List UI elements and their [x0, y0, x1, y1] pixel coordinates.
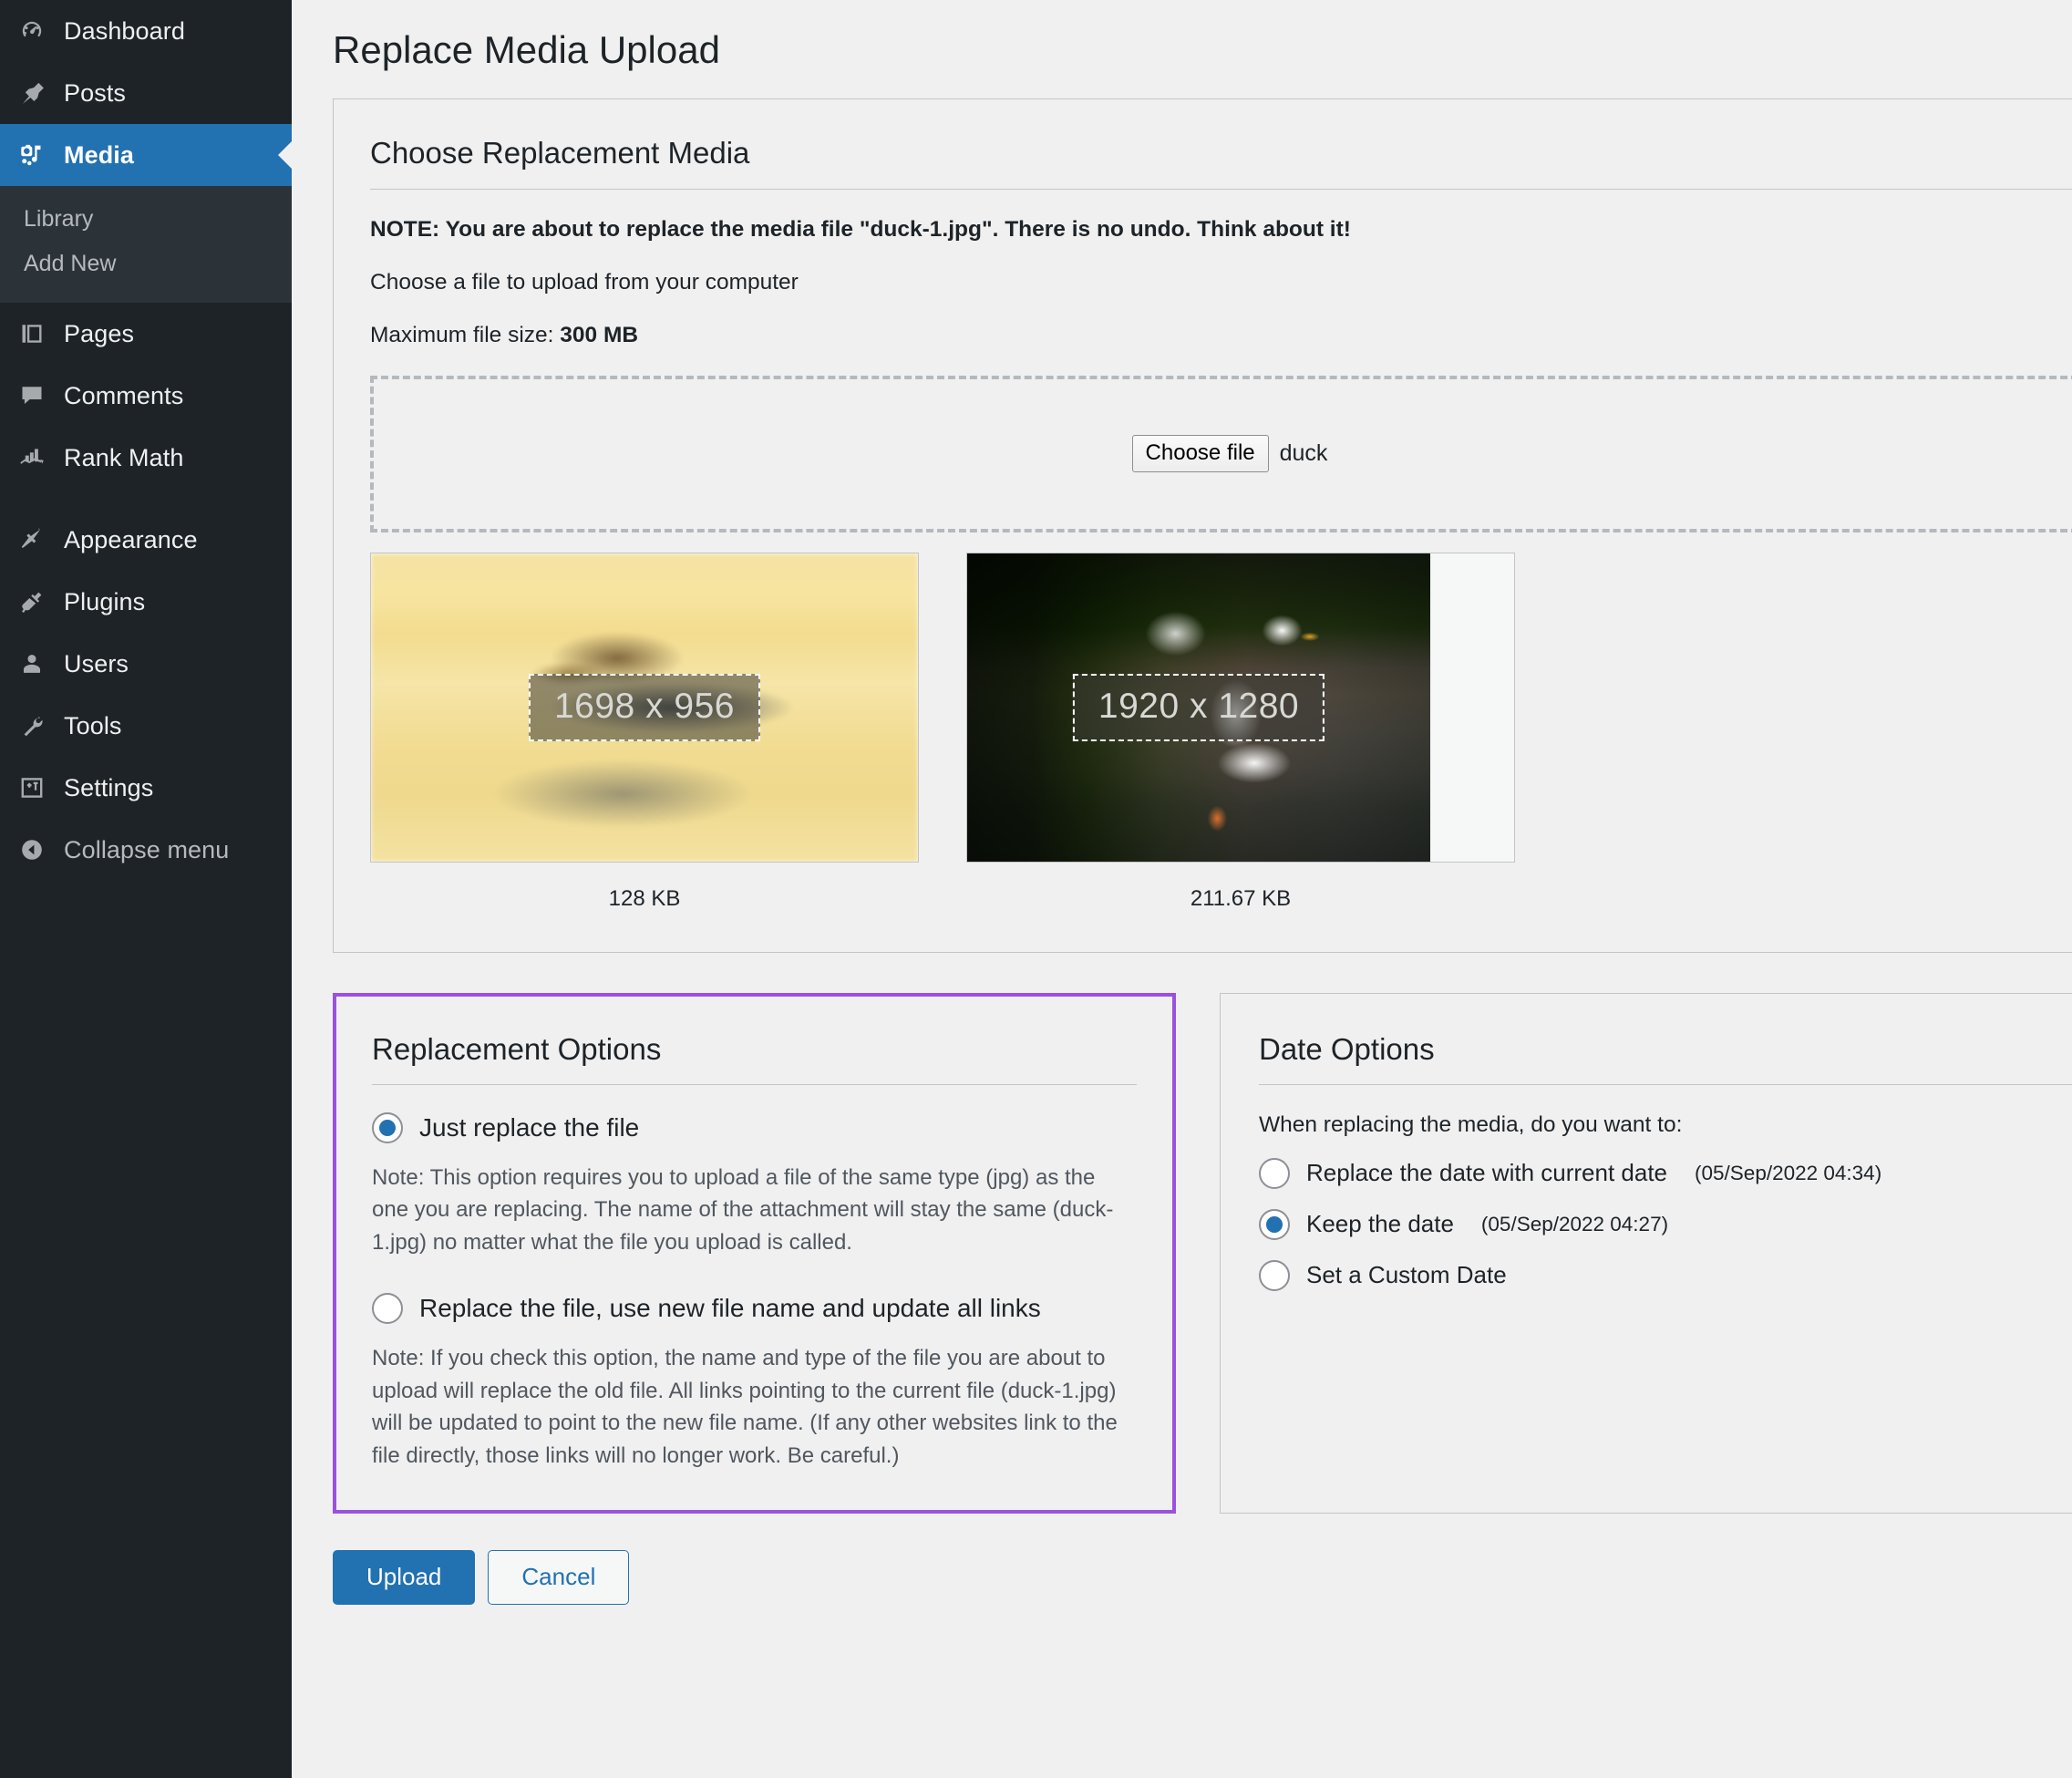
footer-actions: Upload Cancel	[333, 1549, 2072, 1606]
sidebar-item-label: Settings	[64, 773, 154, 801]
sidebar-item-media[interactable]: Media	[0, 124, 292, 186]
option-label[interactable]: Just replace the file	[419, 1113, 639, 1142]
max-file-size-label: Maximum file size:	[370, 322, 554, 347]
wrench-icon	[16, 710, 47, 741]
collapse-arrow-icon	[16, 834, 47, 865]
sidebar-item-dashboard[interactable]: Dashboard	[0, 0, 292, 62]
thumbnail-frame: 1920 x 1280	[966, 552, 1515, 863]
option-date-value: (05/Sep/2022 04:27)	[1480, 1212, 1669, 1235]
sidebar-item-collapse-menu[interactable]: Collapse menu	[0, 819, 292, 881]
sidebar-submenu-item-add-new[interactable]: Add New	[0, 242, 292, 286]
radio-replace-new-name[interactable]	[372, 1293, 403, 1325]
page-title: Replace Media Upload	[333, 28, 720, 71]
sidebar-item-plugins[interactable]: Plugins	[0, 571, 292, 633]
heading-divider	[1259, 1083, 2072, 1085]
file-input-row: Choose file duck	[1131, 434, 1328, 473]
sidebar-item-posts[interactable]: Posts	[0, 62, 292, 124]
sidebar-item-tools[interactable]: Tools	[0, 695, 292, 757]
sidebar-submenu-item-library[interactable]: Library	[0, 197, 292, 242]
pin-icon	[16, 78, 47, 109]
sidebar-item-label: Users	[64, 649, 129, 677]
main-content: Replace Media Upload Choose Replacement …	[292, 0, 2072, 1778]
admin-screen: Dashboard Posts Media Library Add New Pa…	[0, 0, 2072, 1778]
heading-divider	[370, 188, 2072, 190]
sidebar-item-appearance[interactable]: Appearance	[0, 509, 292, 571]
radio-keep-date[interactable]	[1259, 1208, 1290, 1240]
max-file-size-line: Maximum file size: 300 MB	[370, 323, 2072, 348]
sidebar-item-label: Rank Math	[64, 443, 184, 471]
radio-custom-date[interactable]	[1259, 1259, 1290, 1291]
sidebar-item-users[interactable]: Users	[0, 633, 292, 695]
max-file-size-value: 300 MB	[560, 322, 639, 347]
date-option-replace-date[interactable]: Replace the date with current date (05/S…	[1259, 1157, 2072, 1189]
sidebar-item-label: Collapse menu	[64, 835, 230, 863]
sidebar-divider	[0, 489, 292, 509]
choose-replacement-media-panel: Choose Replacement Media NOTE: You are a…	[333, 98, 2072, 953]
replacement-option-just-replace[interactable]: Just replace the file	[372, 1111, 1137, 1143]
date-question: When replacing the media, do you want to…	[1259, 1111, 1683, 1137]
chart-arrow-icon	[16, 442, 47, 473]
dimension-overlay: 1698 x 956	[528, 673, 761, 741]
option-label[interactable]: Replace the date with current date	[1306, 1159, 1667, 1187]
option-date-value: (05/Sep/2022 04:34)	[1695, 1161, 1882, 1184]
date-options-panel: Date Options When replacing the media, d…	[1220, 992, 2072, 1514]
sidebar-item-label: Dashboard	[64, 16, 185, 45]
option-note: Note: If you check this option, the name…	[372, 1346, 1118, 1468]
dimension-overlay: 1920 x 1280	[1072, 673, 1325, 741]
date-option-custom-date[interactable]: Set a Custom Date	[1259, 1259, 2072, 1291]
sidebar-item-label: Comments	[64, 381, 184, 409]
panel-heading: Date Options	[1259, 1031, 1435, 1066]
date-option-keep-date[interactable]: Keep the date (05/Sep/2022 04:27)	[1259, 1208, 2072, 1240]
thumbnail-current: 1698 x 956 128 KB	[370, 552, 919, 912]
cancel-button[interactable]: Cancel	[488, 1549, 630, 1606]
user-icon	[16, 648, 47, 679]
file-dropzone[interactable]: Choose file duck	[370, 375, 2072, 532]
replacement-options-panel: Replacement Options Just replace the fil…	[333, 992, 1176, 1514]
replacement-option-new-name[interactable]: Replace the file, use new file name and …	[372, 1293, 1137, 1325]
sidebar-item-pages[interactable]: Pages	[0, 303, 292, 365]
radio-just-replace[interactable]	[372, 1111, 403, 1143]
comments-icon	[16, 380, 47, 411]
pages-icon	[16, 318, 47, 349]
replacement-media-image: 1920 x 1280	[967, 553, 1430, 862]
dashboard-icon	[16, 16, 47, 47]
option-label[interactable]: Set a Custom Date	[1306, 1261, 1507, 1289]
media-icon	[16, 140, 47, 171]
file-size-label: 128 KB	[608, 885, 681, 911]
sliders-icon	[16, 772, 47, 803]
option-label[interactable]: Replace the file, use new file name and …	[419, 1294, 1041, 1323]
options-row: Replacement Options Just replace the fil…	[333, 992, 2072, 1514]
sidebar-item-label: Tools	[64, 711, 122, 739]
choose-file-button[interactable]: Choose file	[1131, 434, 1269, 473]
option-label[interactable]: Keep the date	[1306, 1210, 1454, 1238]
sidebar-item-label: Media	[64, 140, 135, 169]
replace-warning-note: NOTE: You are about to replace the media…	[370, 216, 1351, 242]
current-media-image: 1698 x 956	[371, 553, 918, 862]
upload-button[interactable]: Upload	[333, 1549, 476, 1606]
option-note: Note: This option requires you to upload…	[372, 1164, 1114, 1255]
paintbrush-icon	[16, 524, 47, 555]
sidebar-item-label: Posts	[64, 78, 127, 107]
panel-heading: Replacement Options	[372, 1031, 662, 1066]
heading-divider	[372, 1083, 1137, 1085]
sidebar-item-settings[interactable]: Settings	[0, 757, 292, 819]
radio-replace-date[interactable]	[1259, 1157, 1290, 1189]
panel-heading: Choose Replacement Media	[370, 136, 750, 171]
sidebar-item-rank-math[interactable]: Rank Math	[0, 427, 292, 489]
sidebar-item-comments[interactable]: Comments	[0, 365, 292, 427]
sidebar-item-label: Appearance	[64, 525, 198, 553]
sidebar-item-label: Pages	[64, 319, 135, 347]
sidebar-item-label: Plugins	[64, 587, 146, 615]
plug-icon	[16, 586, 47, 617]
upload-instruction: Choose a file to upload from your comput…	[370, 269, 799, 295]
thumbnail-frame: 1698 x 956	[370, 552, 919, 863]
media-submenu: Library Add New	[0, 186, 292, 303]
thumbnail-comparison: 1698 x 956 128 KB 1920 x 1280 211.67 KB	[370, 552, 2072, 912]
file-size-label: 211.67 KB	[1190, 885, 1292, 911]
selected-file-name: duck	[1279, 440, 1328, 467]
admin-sidebar: Dashboard Posts Media Library Add New Pa…	[0, 0, 292, 1778]
thumbnail-replacement: 1920 x 1280 211.67 KB	[966, 552, 1515, 912]
